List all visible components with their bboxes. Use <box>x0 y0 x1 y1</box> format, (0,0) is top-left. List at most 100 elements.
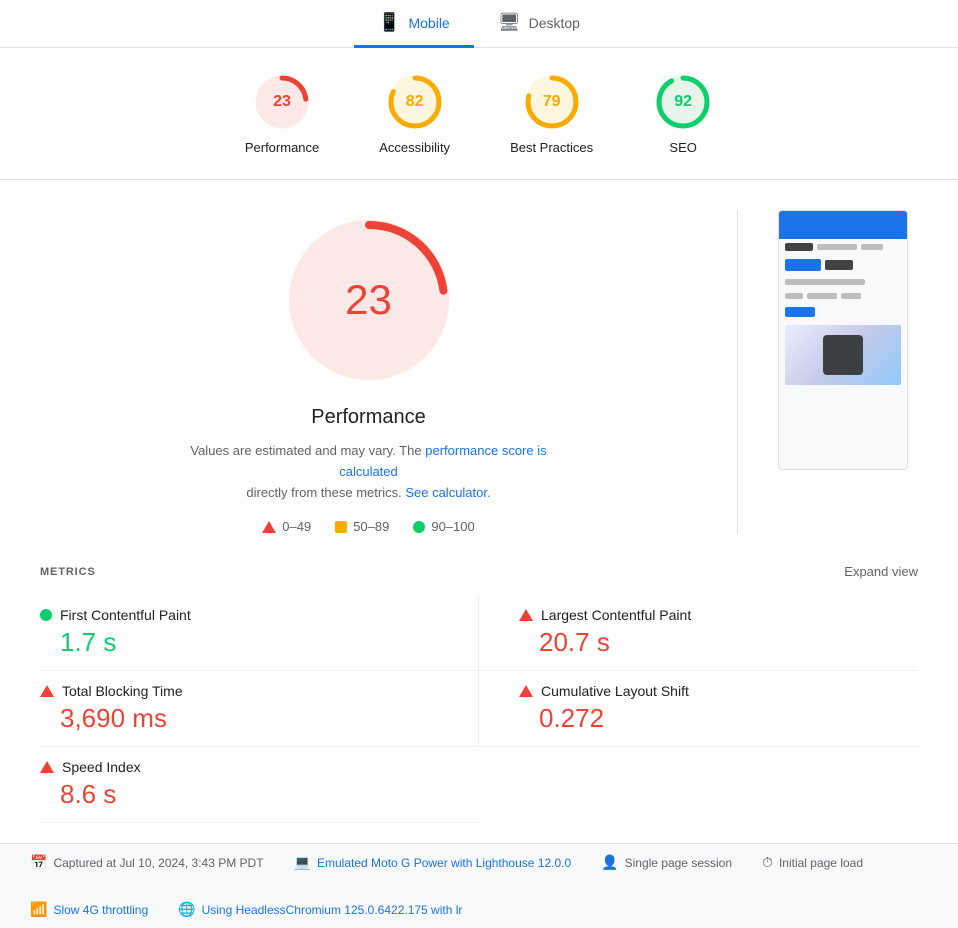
legend-pass: 90–100 <box>413 519 474 534</box>
ss-img-inner <box>823 335 863 375</box>
metric-lcp: Largest Contentful Paint 20.7 s <box>479 595 918 671</box>
score-accessibility[interactable]: 82 Accessibility <box>379 72 450 155</box>
metric-empty <box>479 747 918 823</box>
score-label-seo: SEO <box>669 140 696 155</box>
footer-throttling: 📶 Slow 4G throttling <box>30 901 148 918</box>
calendar-icon: 📅 <box>30 854 47 871</box>
ss-image-area <box>785 325 901 385</box>
ss-row-4 <box>779 289 907 303</box>
ss-block-3 <box>861 244 883 250</box>
vertical-divider <box>737 210 738 534</box>
calculator-link[interactable]: See calculator. <box>405 485 490 500</box>
browser-icon: 🌐 <box>178 901 195 918</box>
fcp-label: First Contentful Paint <box>60 607 191 623</box>
ss-block-10 <box>785 307 815 317</box>
ss-block-4 <box>785 259 821 271</box>
footer-throttling-link[interactable]: Slow 4G throttling <box>53 903 148 917</box>
score-performance[interactable]: 23 Performance <box>245 72 319 155</box>
metric-lcp-header: Largest Contentful Paint <box>519 607 918 623</box>
metric-tbt: Total Blocking Time 3,690 ms <box>40 671 479 747</box>
score-label-best-practices: Best Practices <box>510 140 593 155</box>
footer-device: 💻 Emulated Moto G Power with Lighthouse … <box>294 854 572 871</box>
person-icon: 👤 <box>601 854 618 871</box>
footer-bar: 📅 Captured at Jul 10, 2024, 3:43 PM PDT … <box>0 843 958 928</box>
tab-mobile-label: Mobile <box>408 15 449 31</box>
score-num-best-practices: 79 <box>543 93 561 111</box>
footer-browser-link[interactable]: Using HeadlessChromium 125.0.6422.175 wi… <box>202 903 463 917</box>
main-content: 23 Performance Values are estimated and … <box>0 180 958 564</box>
legend-dot-icon <box>413 521 425 533</box>
ss-header-bar <box>779 211 907 239</box>
big-desc-text2: directly from these metrics. <box>246 485 401 500</box>
ss-block-7 <box>785 293 803 299</box>
lcp-status-icon <box>519 609 533 621</box>
big-performance-desc: Values are estimated and may vary. The p… <box>189 441 549 503</box>
metrics-title: METRICS <box>40 566 96 578</box>
score-circle-accessibility: 82 <box>385 72 445 132</box>
tab-desktop[interactable]: 🖥 Desktop <box>474 0 604 48</box>
score-seo[interactable]: 92 SEO <box>653 72 713 155</box>
clock-icon: ⏱ <box>762 854 773 871</box>
score-circle-performance: 23 <box>252 72 312 132</box>
legend-triangle-icon <box>262 521 276 533</box>
footer-session-text: Single page session <box>625 856 732 870</box>
tab-desktop-label: Desktop <box>529 15 580 31</box>
big-performance-score: 23 <box>345 276 392 324</box>
expand-view-button[interactable]: Expand view <box>844 564 918 579</box>
score-num-accessibility: 82 <box>406 93 424 111</box>
big-performance-title: Performance <box>311 406 426 429</box>
metric-fcp-header: First Contentful Paint <box>40 607 438 623</box>
footer-load-text: Initial page load <box>779 856 863 870</box>
ss-block-9 <box>841 293 861 299</box>
cls-value: 0.272 <box>519 703 918 734</box>
wifi-icon: 📶 <box>30 901 47 918</box>
score-best-practices[interactable]: 79 Best Practices <box>510 72 593 155</box>
legend-fail: 0–49 <box>262 519 311 534</box>
metrics-header: METRICS Expand view <box>40 564 918 579</box>
big-performance-circle: 23 <box>279 210 459 390</box>
footer-device-link[interactable]: Emulated Moto G Power with Lighthouse 12… <box>317 856 571 870</box>
score-label-accessibility: Accessibility <box>379 140 450 155</box>
tabs-bar: 📱 Mobile 🖥 Desktop <box>0 0 958 48</box>
legend-fail-label: 0–49 <box>282 519 311 534</box>
screenshot-section <box>778 210 918 534</box>
si-label: Speed Index <box>62 759 141 775</box>
ss-row-2 <box>779 255 907 275</box>
cls-status-icon <box>519 685 533 697</box>
si-status-icon <box>40 761 54 773</box>
tbt-status-icon <box>40 685 54 697</box>
metrics-grid: First Contentful Paint 1.7 s Largest Con… <box>40 595 918 823</box>
score-num-seo: 92 <box>674 93 692 111</box>
tab-mobile[interactable]: 📱 Mobile <box>354 0 474 48</box>
footer-captured-text: Captured at Jul 10, 2024, 3:43 PM PDT <box>53 856 263 870</box>
mobile-icon: 📱 <box>378 12 400 33</box>
metric-cls: Cumulative Layout Shift 0.272 <box>479 671 918 747</box>
ss-block-8 <box>807 293 837 299</box>
ss-block-2 <box>817 244 857 250</box>
ss-img-gradient <box>785 325 901 385</box>
big-score-section: 23 Performance Values are estimated and … <box>40 210 697 534</box>
tbt-label: Total Blocking Time <box>62 683 183 699</box>
footer-session: 👤 Single page session <box>601 854 732 871</box>
big-desc-text1: Values are estimated and may vary. The <box>190 443 421 458</box>
ss-block-1 <box>785 243 813 251</box>
metric-si-header: Speed Index <box>40 759 439 775</box>
metric-fcp: First Contentful Paint 1.7 s <box>40 595 479 671</box>
ss-row-1 <box>779 239 907 255</box>
metric-cls-header: Cumulative Layout Shift <box>519 683 918 699</box>
footer-browser: 🌐 Using HeadlessChromium 125.0.6422.175 … <box>178 901 462 918</box>
device-icon: 💻 <box>294 854 311 871</box>
tbt-value: 3,690 ms <box>40 703 438 734</box>
fcp-status-icon <box>40 609 52 621</box>
cls-label: Cumulative Layout Shift <box>541 683 689 699</box>
scores-row: 23 Performance 82 Accessibility 79 Best … <box>0 48 958 180</box>
score-circle-best-practices: 79 <box>522 72 582 132</box>
score-label-performance: Performance <box>245 140 319 155</box>
desktop-icon: 🖥 <box>498 12 521 33</box>
metric-tbt-header: Total Blocking Time <box>40 683 438 699</box>
lcp-value: 20.7 s <box>519 627 918 658</box>
ss-row-3 <box>779 275 907 289</box>
score-circle-seo: 92 <box>653 72 713 132</box>
screenshot-thumbnail <box>778 210 908 470</box>
metrics-section: METRICS Expand view First Contentful Pai… <box>0 564 958 843</box>
